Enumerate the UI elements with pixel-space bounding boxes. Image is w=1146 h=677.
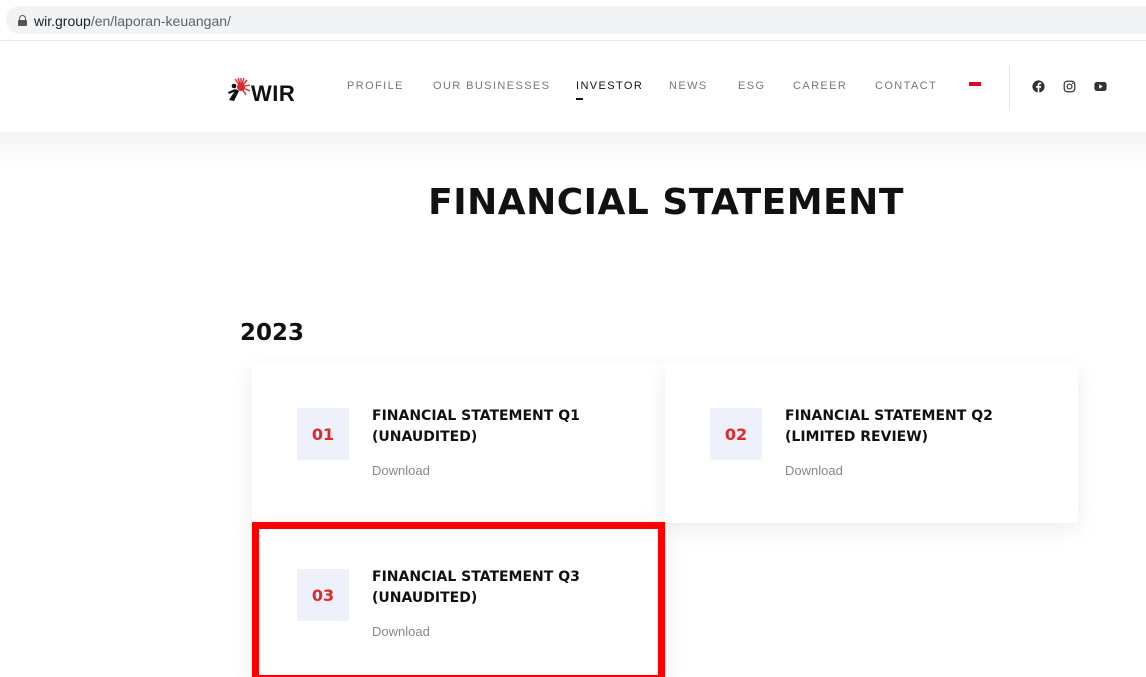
youtube-icon[interactable] [1094, 80, 1107, 93]
card-number: 02 [710, 408, 762, 460]
browser-address-bar: wir.group/en/laporan-keuangan/ [0, 0, 1146, 38]
card-title: FINANCIAL STATEMENT Q1 (UNAUDITED) [372, 408, 580, 445]
nav-esg[interactable]: ESG [738, 80, 765, 92]
nav-contact[interactable]: CONTACT [875, 80, 937, 92]
logo-mark-icon [228, 77, 251, 101]
card-title: FINANCIAL STATEMENT Q3 (UNAUDITED) [372, 569, 580, 606]
financial-statement-card: 03 FINANCIAL STATEMENT Q3 (UNAUDITED) Do… [252, 522, 665, 677]
financial-statement-card: 01 FINANCIAL STATEMENT Q1 (UNAUDITED) Do… [252, 363, 665, 523]
nav-career[interactable]: CAREER [793, 80, 847, 92]
card-number: 01 [297, 408, 349, 460]
card-title: FINANCIAL STATEMENT Q2 (LIMITED REVIEW) [785, 408, 993, 445]
download-link[interactable]: Download [372, 624, 430, 639]
site-header: WIR PROFILE OUR BUSINESSES INVESTOR NEWS… [0, 40, 1146, 132]
nav-active-indicator [576, 98, 583, 100]
nav-news[interactable]: NEWS [669, 80, 708, 92]
indonesia-flag-icon[interactable] [969, 82, 981, 90]
header-divider [1009, 65, 1010, 109]
url-text[interactable]: wir.group/en/laporan-keuangan/ [34, 13, 231, 29]
download-link[interactable]: Download [785, 463, 843, 478]
nav-our-businesses[interactable]: OUR BUSINESSES [433, 80, 550, 92]
logo-text: WIR [251, 81, 296, 106]
card-number: 03 [297, 569, 349, 621]
year-heading: 2023 [240, 320, 305, 346]
facebook-icon[interactable] [1032, 80, 1045, 93]
header-shadow-band [0, 132, 1146, 172]
download-link[interactable]: Download [372, 463, 430, 478]
financial-statement-card: 02 FINANCIAL STATEMENT Q2 (LIMITED REVIE… [665, 363, 1078, 523]
page-title: FINANCIAL STATEMENT [428, 182, 904, 223]
nav-investor[interactable]: INVESTOR [576, 80, 643, 92]
instagram-icon[interactable] [1063, 80, 1076, 93]
nav-profile[interactable]: PROFILE [347, 80, 404, 92]
lock-icon[interactable] [18, 15, 27, 26]
url-field[interactable]: wir.group/en/laporan-keuangan/ [6, 6, 1146, 34]
